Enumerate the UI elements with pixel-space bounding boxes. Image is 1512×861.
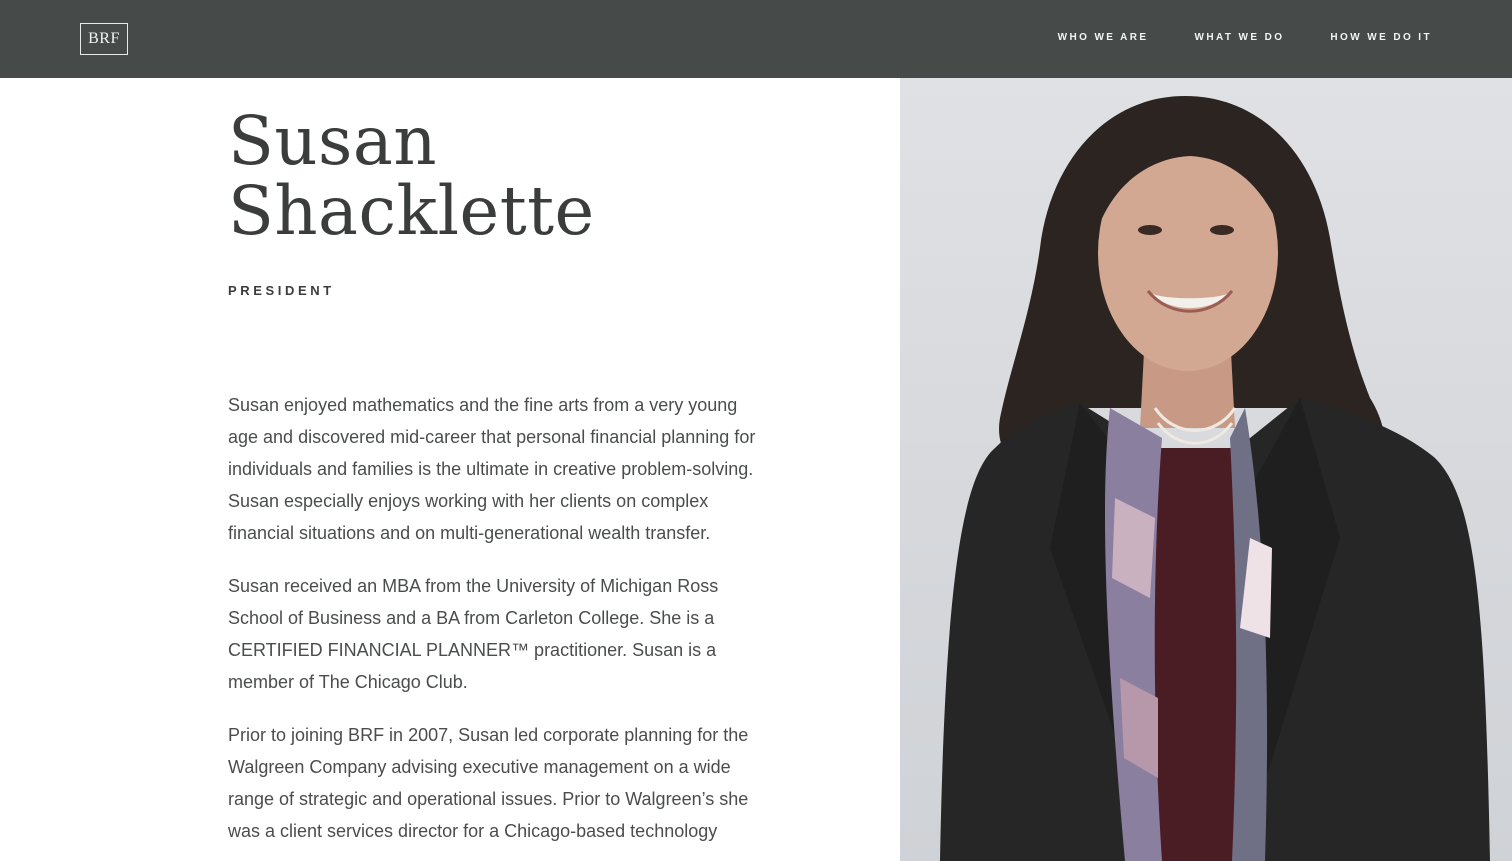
profile-title: PRESIDENT (228, 283, 335, 298)
last-name: Shacklette (228, 172, 595, 250)
bio-paragraph-2: Susan received an MBA from the Universit… (228, 576, 719, 692)
portrait-illustration (940, 96, 1490, 861)
bio-paragraph-1: Susan enjoyed mathematics and the fine a… (228, 395, 756, 543)
nav-who-we-are[interactable]: WHO WE ARE (1058, 32, 1149, 43)
site-header: BRF WHO WE ARE WHAT WE DO HOW WE DO IT (0, 0, 1512, 78)
main-nav: WHO WE ARE WHAT WE DO HOW WE DO IT (1058, 32, 1432, 43)
first-name: Susan (228, 102, 438, 180)
brf-logo[interactable]: BRF (80, 23, 128, 55)
portrait-photo (900, 78, 1512, 861)
nav-what-we-do[interactable]: WHAT WE DO (1195, 32, 1285, 43)
profile-name: Susan Shacklette (228, 106, 595, 246)
nav-how-we-do-it[interactable]: HOW WE DO IT (1330, 32, 1432, 43)
profile-content: Susan Shacklette PRESIDENT Susan enjoyed… (0, 78, 900, 861)
bio-paragraph-3: Prior to joining BRF in 2007, Susan led … (228, 725, 749, 841)
profile-bio: Susan enjoyed mathematics and the fine a… (228, 389, 768, 861)
